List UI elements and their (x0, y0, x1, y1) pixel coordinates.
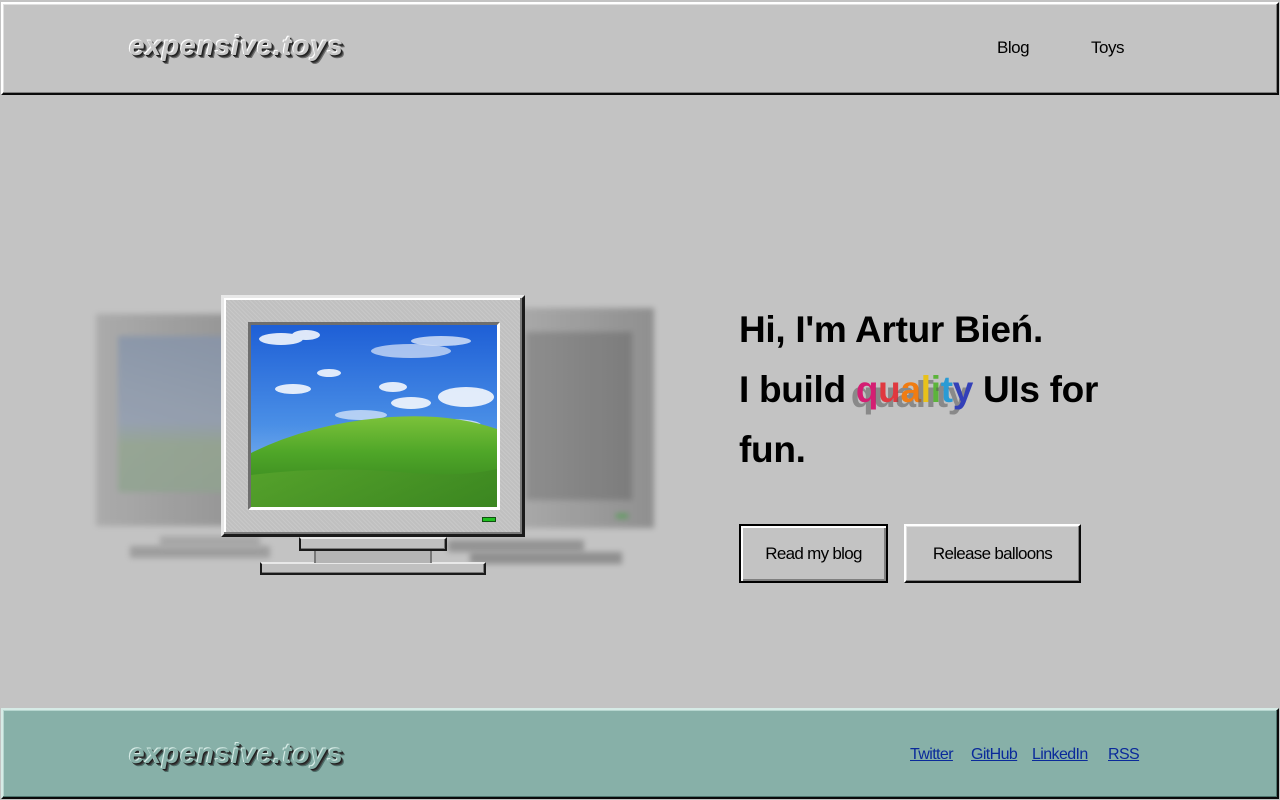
rainbow-letter: y (952, 369, 974, 410)
bliss-hill-image (251, 325, 497, 507)
monitor-screen (248, 322, 500, 510)
rainbow-letter: t (940, 369, 953, 410)
nav-link-blog[interactable]: Blog (997, 38, 1030, 58)
monitor-stand-neck (314, 551, 432, 563)
rainbow-letter: a (900, 369, 921, 410)
monitor-stand-base (260, 562, 486, 575)
footer-logo[interactable]: expensive.toys (129, 738, 344, 770)
ghost-monitor-screen (526, 332, 632, 500)
rainbow-letter: i (930, 369, 941, 410)
ghost-power-led (616, 514, 628, 518)
site-footer: expensive.toys Twitter GitHub LinkedIn R… (1, 708, 1279, 799)
rainbow-word-quality: quality (856, 369, 973, 410)
hero-section: Hi, I'm Artur Bień. I build quality UIs … (739, 300, 1199, 480)
read-blog-button[interactable]: Read my blog (739, 524, 888, 583)
hero-greeting: Hi, I'm Artur Bień. (739, 309, 1043, 350)
ghost-monitor-left (96, 314, 246, 526)
footer-link-rss[interactable]: RSS (1108, 746, 1140, 764)
ghost-monitor-screen (118, 336, 246, 492)
hero-tagline: I build quality UIs for (739, 360, 1199, 420)
ghost-monitor-base (160, 536, 260, 548)
hero-tagline-end: fun. (739, 429, 806, 470)
nav-link-toys[interactable]: Toys (1091, 38, 1124, 58)
ghost-monitor-base (448, 540, 584, 552)
header-logo[interactable]: expensive.toys (129, 30, 344, 62)
rainbow-letter: l (920, 369, 931, 410)
ghost-monitor-base (470, 552, 622, 564)
site-header: expensive.toys Blog Toys (1, 2, 1279, 95)
ghost-monitor-right (520, 308, 654, 528)
rainbow-letter: q (855, 369, 879, 410)
footer-link-linkedin[interactable]: LinkedIn (1032, 746, 1088, 764)
tagline-prefix: I build (739, 369, 856, 410)
ghost-monitor-base (130, 546, 270, 558)
rainbow-letter: u (878, 369, 901, 410)
tagline-suffix: UIs for (973, 369, 1099, 410)
footer-link-github[interactable]: GitHub (971, 746, 1018, 764)
release-balloons-button[interactable]: Release balloons (904, 524, 1081, 583)
crt-monitor-icon (221, 295, 525, 537)
footer-link-twitter[interactable]: Twitter (910, 746, 954, 764)
monitor-stand-top (299, 537, 447, 551)
power-led (482, 517, 496, 522)
